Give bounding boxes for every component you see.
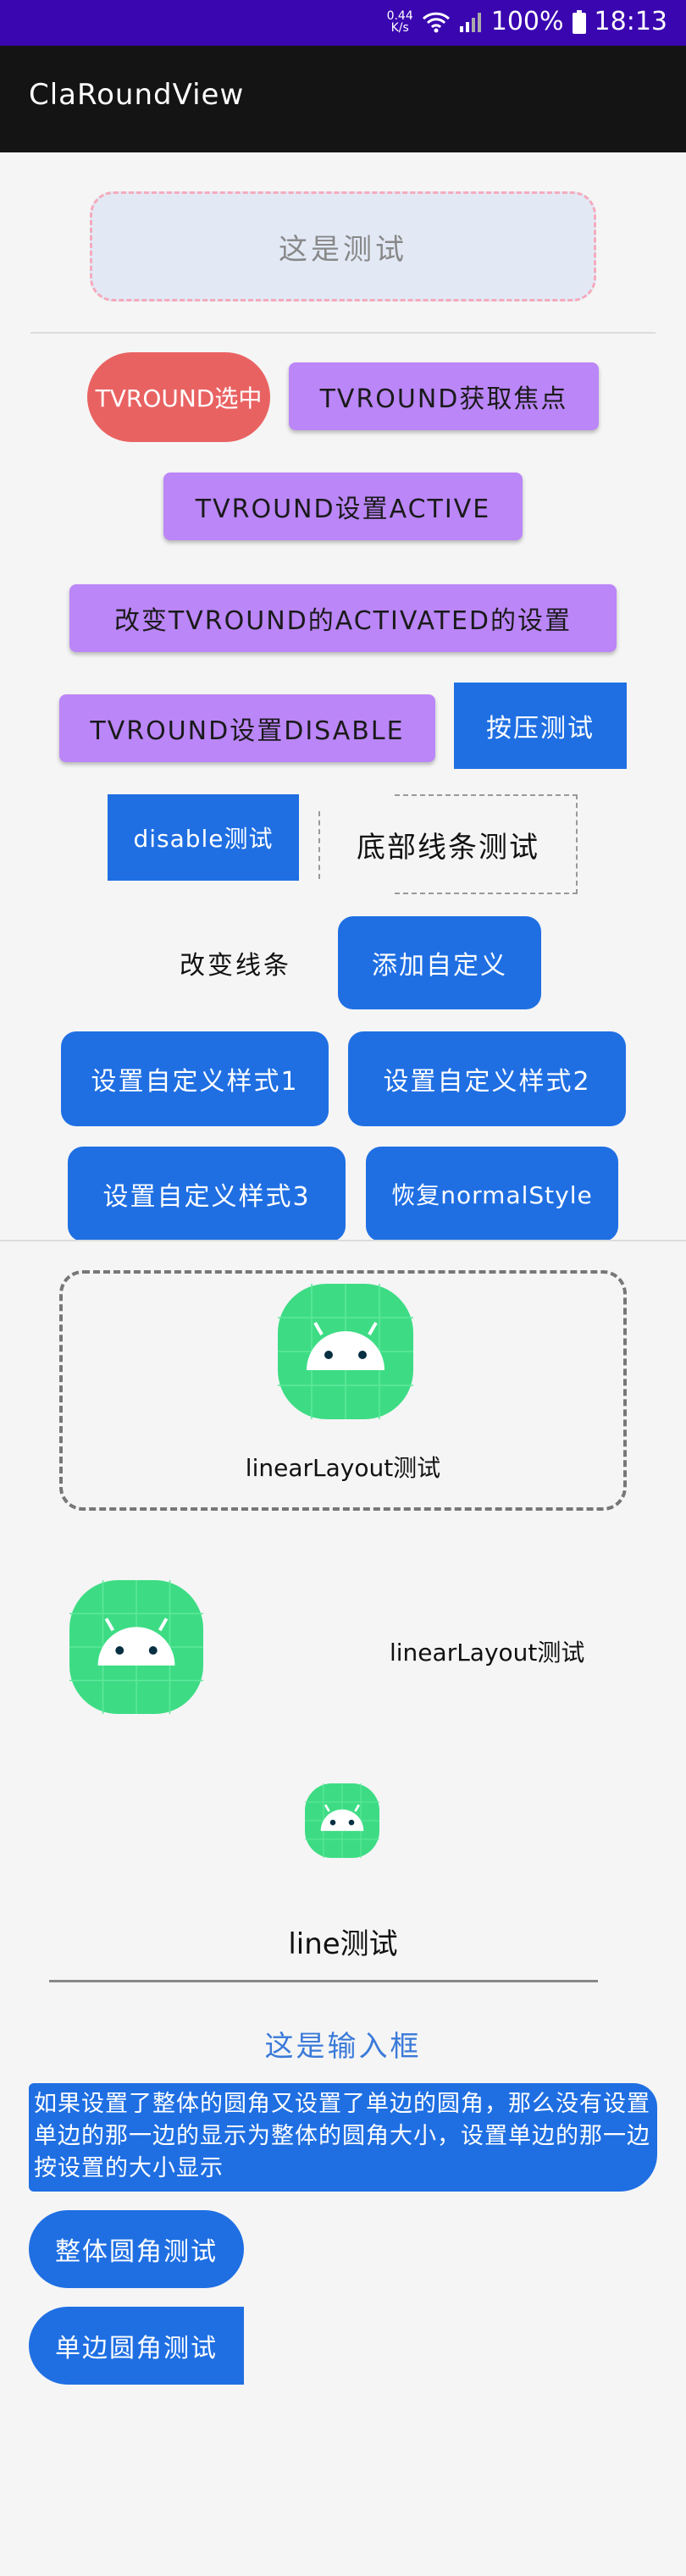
android-icon [278,1284,413,1419]
bottom-line-test-border-right [576,794,578,894]
bottom-line-test[interactable]: 底部线条测试 [318,794,578,894]
custom-style2-button[interactable]: 设置自定义样式2 [348,1031,626,1126]
test-round-view[interactable]: 这是测试 [90,191,596,301]
disable-test-button[interactable]: disable测试 [108,794,299,881]
whole-corner-test-label: 整体圆角测试 [55,2237,218,2267]
app-bar: ClaRoundView [0,46,686,152]
linear-layout-test-box[interactable]: linearLayout测试 [59,1270,627,1511]
input-hint: 这是输入框 [264,2029,422,2064]
custom-style1-button[interactable]: 设置自定义样式1 [61,1031,329,1126]
clock: 18:13 [594,7,667,36]
tv-round-focus-button[interactable]: TVROUND获取焦点 [289,362,599,430]
press-test-button[interactable]: 按压测试 [454,683,627,769]
single-corner-test-button[interactable]: 单边圆角测试 [29,2307,244,2385]
app-title: ClaRoundView [29,78,245,112]
divider [30,332,656,334]
corner-note: 如果设置了整体的圆角又设置了单边的圆角，那么没有设置单边的那一边的显示为整体的圆… [29,2083,657,2192]
disable-test-label: disable测试 [133,825,274,853]
line-test-label: line测试 [288,1926,398,1961]
bottom-line-test-border-top [395,794,578,796]
battery-percent: 100% [490,7,564,36]
custom-style3-button[interactable]: 设置自定义样式3 [68,1147,346,1241]
test-round-view-label: 这是测试 [279,232,407,267]
status-right: 0.44 K/s 100% 18:13 [387,7,667,36]
tv-round-disable-button[interactable]: TVROUND设置DISABLE [59,694,435,762]
linear-layout-test-label: linearLayout测试 [245,1454,441,1482]
tv-round-active-button[interactable]: TVROUND设置ACTIVE [163,473,523,540]
divider [0,1240,686,1241]
restore-normal-style-label: 恢复normalStyle [391,1181,593,1209]
corner-note-text: 如果设置了整体的圆角又设置了单边的圆角，那么没有设置单边的那一边的显示为整体的圆… [34,2091,650,2181]
tv-round-active-label: TVROUND设置ACTIVE [195,495,491,524]
linear-layout-test-label-2: linearLayout测试 [390,1639,585,1667]
tv-round-change-activated-button[interactable]: 改变TVROUND的ACTIVATED的设置 [69,584,617,652]
bottom-line-test-label: 底部线条测试 [357,830,539,865]
change-line-label: 改变线条 [180,951,291,981]
custom-style3-label: 设置自定义样式3 [102,1182,311,1212]
tv-round-disable-label: TVROUND设置DISABLE [90,716,405,746]
whole-corner-test-button[interactable]: 整体圆角测试 [29,2210,244,2288]
single-corner-test-label: 单边圆角测试 [55,2334,218,2363]
status-bar: 0.44 K/s 100% 18:13 [0,0,686,46]
line-test-line [49,1980,598,1982]
tv-round-focus-label: TVROUND获取焦点 [319,384,568,414]
bottom-line-test-border-left [318,811,320,879]
add-custom-button[interactable]: 添加自定义 [338,916,541,1009]
tv-round-change-activated-label: 改变TVROUND的ACTIVATED的设置 [113,606,573,636]
net-speed-unit: K/s [390,20,409,35]
input-field[interactable]: 这是输入框 [0,2022,686,2065]
android-icon-small [305,1783,379,1858]
net-speed-value: 0.44 [386,8,413,23]
press-test-label: 按压测试 [486,714,595,744]
signal-icon [459,12,481,32]
bottom-line-test-border-bottom [395,893,578,894]
net-speed: 0.44 K/s [387,10,413,34]
battery-icon [572,9,586,34]
restore-normal-style-button[interactable]: 恢复normalStyle [366,1147,618,1241]
custom-style2-label: 设置自定义样式2 [383,1067,591,1097]
tv-round-selected-label: TVROUND选中 [95,384,263,412]
wifi-icon [422,12,450,32]
custom-style1-label: 设置自定义样式1 [91,1067,299,1097]
android-icon [69,1580,203,1714]
add-custom-label: 添加自定义 [372,951,507,981]
change-line-button[interactable]: 改变线条 [151,916,320,1009]
tv-round-selected-button[interactable]: TVROUND选中 [87,352,270,442]
